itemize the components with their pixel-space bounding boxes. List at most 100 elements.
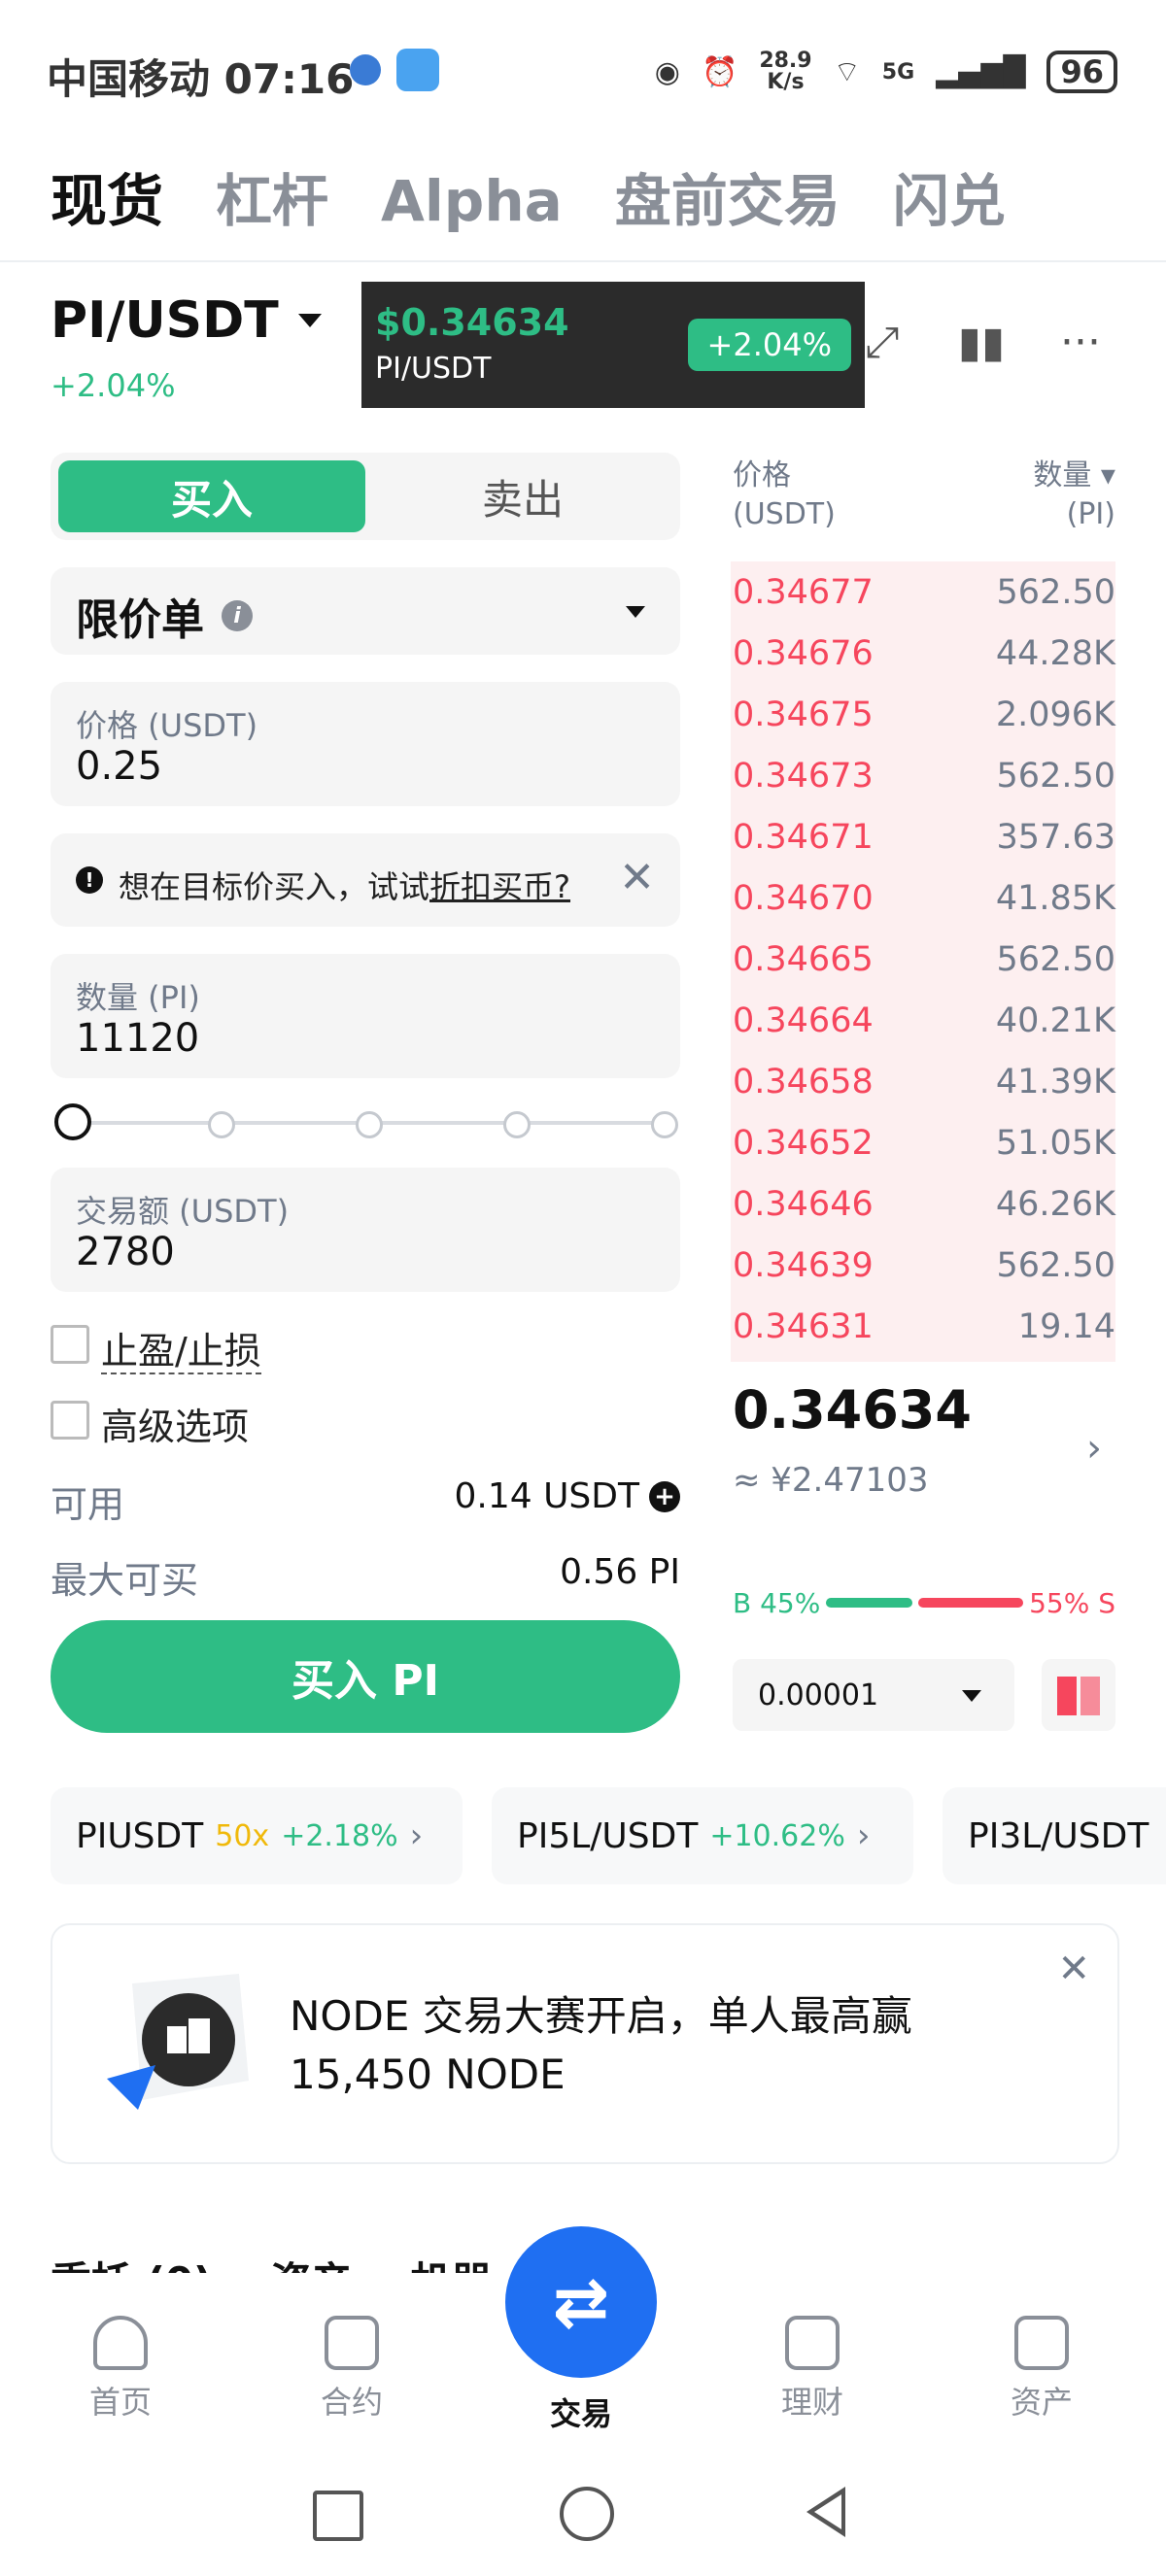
ask-row[interactable]: 0.34677 562.50 [733, 561, 1115, 623]
advanced-label[interactable]: 高级选项 [101, 1397, 249, 1450]
tab-premarket[interactable]: 盘前交易 [615, 155, 840, 237]
tab-spot[interactable]: 现货 [51, 155, 163, 237]
amount-field[interactable]: 交易额 (USDT) 2780 [51, 1168, 680, 1292]
ask-row[interactable]: 0.34658 41.39K [733, 1051, 1115, 1112]
info-icon[interactable]: i [222, 600, 253, 631]
alarm-icon: ⏰ [701, 54, 738, 89]
recents-icon[interactable] [313, 2491, 363, 2541]
precision-select[interactable]: 0.00001 [733, 1659, 1014, 1731]
nav-assets-label: 资产 [1010, 2384, 1073, 2421]
nav-earn[interactable]: 理财 [744, 2316, 880, 2423]
ask-row[interactable]: 0.34676 44.28K [733, 623, 1115, 684]
available-value: 0.14 USDT [454, 1476, 639, 1516]
ob-qty-title: 数量 ▾ [1033, 458, 1115, 492]
ask-row[interactable]: 0.34664 40.21K [733, 990, 1115, 1051]
buy-ratio: B 45% [733, 1586, 821, 1619]
ask-row[interactable]: 0.34670 41.85K [733, 867, 1115, 929]
ask-price: 0.34677 [733, 572, 874, 612]
ticker-chip-pi5l[interactable]: PI5L/USDT +10.62% › [492, 1787, 913, 1884]
price-input[interactable]: 0.25 [76, 744, 162, 789]
more-icon[interactable]: ··· [1049, 311, 1112, 373]
close-icon[interactable]: ✕ [619, 853, 655, 902]
ask-price: 0.34631 [733, 1306, 874, 1346]
ticker-leverage: 50x [215, 1818, 270, 1853]
ticker-chip-piusdt[interactable]: PIUSDT 50x +2.18% › [51, 1787, 463, 1884]
ask-qty: 357.63 [996, 817, 1115, 857]
divider [0, 260, 1166, 262]
ask-qty: 44.28K [995, 633, 1115, 673]
nav-assets[interactable]: 资产 [974, 2316, 1110, 2423]
back-icon-inner [814, 2494, 841, 2529]
deposit-plus-icon[interactable]: + [649, 1480, 680, 1512]
ask-row[interactable]: 0.34646 46.26K [733, 1173, 1115, 1235]
ask-qty: 19.14 [1017, 1306, 1115, 1346]
ob-qty-header[interactable]: 数量 ▾ (PI) [1033, 457, 1115, 534]
tip-text: 想在目标价买入，试试折扣买币? [119, 863, 570, 907]
ask-price: 0.34665 [733, 939, 874, 979]
futures-chart-icon [325, 2316, 379, 2370]
carrier-time: 中国移动 07:16 [47, 55, 355, 103]
advanced-checkbox[interactable] [51, 1401, 89, 1440]
ask-row[interactable]: 0.34675 2.096K [733, 684, 1115, 745]
status-icons: ◉ ⏰ 28.9 K/s ⌔ 5G ▂▄▆█ 96 [655, 51, 1117, 93]
price-field[interactable]: 价格 (USDT) 0.25 [51, 682, 680, 806]
slider-handle[interactable] [54, 1103, 91, 1140]
discount-buy-link[interactable]: 折扣买币? [429, 868, 570, 905]
ask-row[interactable]: 0.34631 19.14 [733, 1296, 1115, 1357]
ask-price: 0.34664 [733, 1000, 874, 1040]
ticker-chip-pi3l[interactable]: PI3L/USDT [943, 1787, 1166, 1884]
net-speed: 28.9 K/s [759, 49, 812, 94]
eye-icon: ◉ [654, 54, 680, 89]
ticker-change: +2.18% [281, 1818, 398, 1853]
buy-tab[interactable]: 买入 [58, 460, 365, 532]
caret-down-icon [297, 314, 322, 327]
chevron-right-icon[interactable]: › [1086, 1426, 1102, 1471]
tab-convert[interactable]: 闪兑 [893, 155, 1006, 237]
slider-step-100[interactable] [651, 1111, 678, 1138]
network-type: 5G [881, 59, 915, 85]
slider-step-50[interactable] [356, 1111, 383, 1138]
tab-alpha[interactable]: Alpha [381, 168, 563, 234]
sell-ratio: 55% S [1029, 1586, 1115, 1619]
nav-trade-label[interactable]: 交易 [505, 2390, 657, 2434]
toast-change: +2.04% [687, 319, 851, 371]
pair-name: PI/USDT [51, 291, 279, 350]
nav-trade[interactable]: ⇄ [505, 2226, 657, 2378]
buy-submit-button[interactable]: 买入 PI [51, 1620, 680, 1733]
ask-row[interactable]: 0.34665 562.50 [733, 929, 1115, 990]
order-type-label: 限价单 [76, 595, 204, 645]
ask-row[interactable]: 0.34652 51.05K [733, 1112, 1115, 1173]
tp-sl-checkbox[interactable] [51, 1325, 89, 1364]
nav-home[interactable]: 首页 [52, 2316, 189, 2423]
sell-tab[interactable]: 卖出 [373, 460, 672, 532]
tp-sl-label[interactable]: 止盈/止损 [101, 1321, 261, 1374]
ask-row[interactable]: 0.34673 562.50 [733, 745, 1115, 806]
book-view-toggle[interactable] [1042, 1659, 1115, 1731]
ask-qty: 2.096K [995, 695, 1115, 734]
slider-step-25[interactable] [208, 1111, 235, 1138]
last-price[interactable]: 0.34634 [733, 1379, 972, 1441]
order-type-select[interactable]: 限价单 i [51, 567, 680, 655]
available-row: 0.14 USDT + [454, 1476, 680, 1516]
amount-input[interactable]: 2780 [76, 1230, 175, 1274]
home-button-icon[interactable] [560, 2487, 614, 2541]
buy-ratio-bar [826, 1598, 912, 1608]
slider-step-75[interactable] [503, 1111, 531, 1138]
quantity-input[interactable]: 11120 [76, 1016, 199, 1061]
toast-pair: PI/USDT [375, 352, 492, 386]
ask-row[interactable]: 0.34639 562.50 [733, 1235, 1115, 1296]
max-buy-label: 最大可买 [51, 1559, 199, 1602]
nav-futures[interactable]: 合约 [284, 2316, 420, 2423]
ask-row[interactable]: 0.34671 357.63 [733, 806, 1115, 867]
ticker-pair: PIUSDT [76, 1815, 204, 1856]
ask-qty: 562.50 [996, 756, 1115, 796]
ticker-change: +10.62% [709, 1818, 845, 1853]
pair-selector[interactable]: PI/USDT [51, 291, 322, 350]
tab-margin[interactable]: 杠杆 [216, 155, 328, 237]
promo-banner[interactable]: NODE 交易大赛开启，单人最高赢 15,450 NODE ✕ [51, 1923, 1119, 2164]
ask-price: 0.34658 [733, 1062, 874, 1102]
close-icon[interactable]: ✕ [1057, 1947, 1090, 1991]
quantity-field[interactable]: 数量 (PI) 11120 [51, 954, 680, 1078]
ask-qty: 562.50 [996, 939, 1115, 979]
candlestick-icon[interactable]: ▮▮ [950, 311, 1012, 373]
